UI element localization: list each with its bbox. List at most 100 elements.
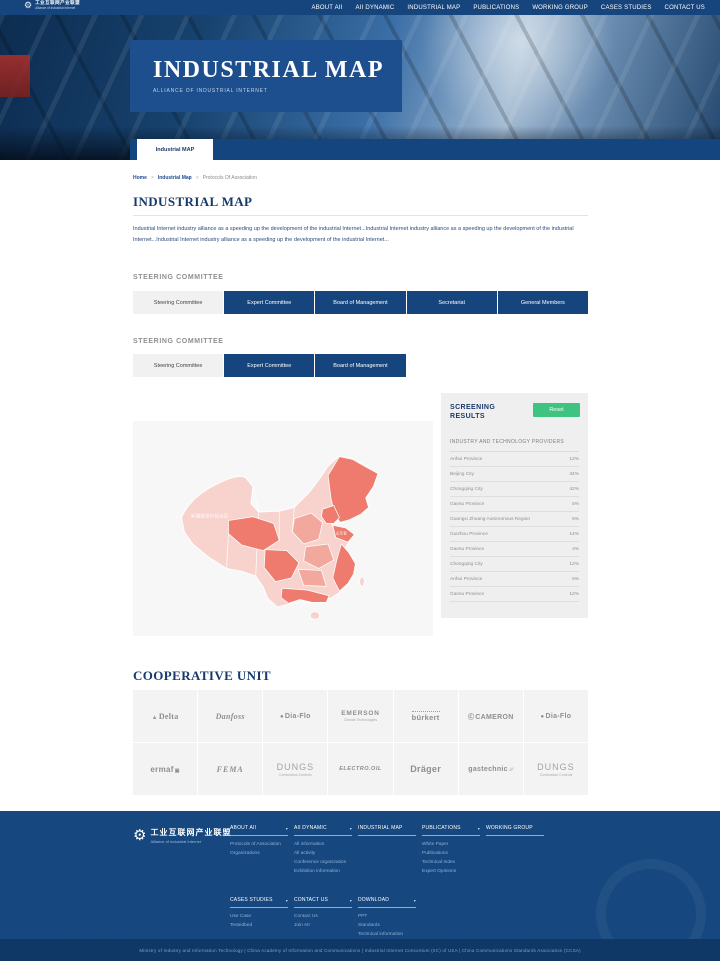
- partner-logo-gastechnic[interactable]: gastechnic: [459, 743, 523, 795]
- footer-col-title: CASES STUDIES: [230, 897, 273, 903]
- screening-row[interactable]: Gansu Province 5%: [450, 497, 579, 512]
- partner-logo-electro-oil[interactable]: ELECTRO.OIL: [328, 743, 392, 795]
- breadcrumb-industrial-map[interactable]: Industrial Map: [158, 175, 192, 181]
- top-navbar: ⚙ 工业互联网产业联盟 Alliance of Industrial Inter…: [0, 0, 720, 15]
- partner-logo-cameron[interactable]: CAMERON: [459, 690, 523, 742]
- screening-row[interactable]: Gansu Province 12%: [450, 587, 579, 602]
- brand-name-en: Alliance of Industrial Internet: [35, 6, 80, 10]
- map-label-xinjiang: 新疆维吾尔自治区: [191, 512, 229, 519]
- partner-logo-danfoss[interactable]: Danfoss: [198, 690, 262, 742]
- province-value: 12%: [569, 592, 579, 597]
- footer-link[interactable]: Exhibition information: [294, 869, 352, 874]
- partner-logo-ermaf[interactable]: ermaf: [133, 743, 197, 795]
- footer-link[interactable]: Protocols of Association: [230, 842, 288, 847]
- footer-col-working-group: WORKING GROUP: [486, 825, 544, 836]
- breadcrumb-home[interactable]: Home: [133, 175, 147, 181]
- screening-row[interactable]: Beijing City 34%: [450, 467, 579, 482]
- tab-steering-committee[interactable]: Steering Committee: [133, 291, 223, 314]
- screening-title: SCREENING RESULTS: [450, 403, 520, 421]
- footer-col-about-aii: ABOUT AII▾ Protocols of Association Orga…: [230, 825, 288, 856]
- nav-item-about-aii[interactable]: ABOUT AII: [312, 5, 343, 11]
- tab-board-of-management[interactable]: Board of Management: [315, 354, 405, 377]
- tab-board-of-management[interactable]: Board of Management: [315, 291, 405, 314]
- footer-link[interactable]: Contact Us: [294, 914, 352, 919]
- footer-link[interactable]: Technical information: [358, 932, 416, 937]
- breadcrumb-separator: >: [151, 175, 154, 181]
- committee-a-tabs: Steering Committee Expert Committee Boar…: [133, 291, 588, 314]
- footer-link[interactable]: All information: [294, 842, 352, 847]
- footer-col-title: AII DYNAMIC: [294, 825, 327, 831]
- screening-row[interactable]: Chongqing City 42%: [450, 482, 579, 497]
- tab-steering-committee[interactable]: Steering Committee: [133, 354, 223, 377]
- chevron-down-icon: ▾: [286, 898, 288, 903]
- tab-general-members[interactable]: General Members: [498, 291, 588, 314]
- province-value: 4%: [572, 547, 579, 552]
- footer-link[interactable]: Join AII: [294, 923, 352, 928]
- footer-link[interactable]: Publications: [422, 851, 480, 856]
- footer-link[interactable]: Expert Opinions: [422, 869, 480, 874]
- partner-logo-grid: Delta Danfoss Dia-Flo EMERSONClimate Tec…: [133, 690, 588, 795]
- footer-link[interactable]: Testedbed: [230, 923, 288, 928]
- province-value: 12%: [569, 457, 579, 462]
- footer: ⚙ 工业互联网产业联盟 Alliance of Industrial Inter…: [0, 811, 720, 939]
- footer-col-title: CONTACT US: [294, 897, 328, 903]
- map-region-taiwan[interactable]: [360, 576, 365, 585]
- province-value: 42%: [569, 487, 579, 492]
- footer-col-title: ABOUT AII: [230, 825, 256, 831]
- screening-row[interactable]: Anhui Province 5%: [450, 572, 579, 587]
- province-value: 5%: [572, 502, 579, 507]
- footer-link[interactable]: Organizations: [230, 851, 288, 856]
- partner-logo-dia-flo[interactable]: Dia-Flo: [263, 690, 327, 742]
- footer-link[interactable]: Conference organization: [294, 860, 352, 865]
- footer-col-title: DOWNLOAD: [358, 897, 389, 903]
- footer-link[interactable]: Use Case: [230, 914, 288, 919]
- footer-link[interactable]: White Paper: [422, 842, 480, 847]
- nav-item-publications[interactable]: PUBLICATIONS: [473, 5, 519, 11]
- partner-logo-dungs[interactable]: DUNGSCombustion Controls: [263, 743, 327, 795]
- footer-link[interactable]: Standards: [358, 923, 416, 928]
- committee-a-heading: STEERING COMMITTEE: [133, 274, 588, 281]
- partner-logo-dungs[interactable]: DUNGSCombustion Controls: [524, 743, 588, 795]
- partner-logo-drager[interactable]: Dräger: [394, 743, 458, 795]
- province-name: Gansu Province: [450, 592, 484, 597]
- tab-secretariat[interactable]: Secretariat: [407, 291, 497, 314]
- footer-brand-logo[interactable]: ⚙ 工业互联网产业联盟 Alliance of Industrial Inter…: [133, 827, 231, 844]
- cooperative-unit-heading: COOPERATIVE UNIT: [133, 668, 588, 684]
- partner-logo-emerson[interactable]: EMERSONClimate Technologies: [328, 690, 392, 742]
- footer-col-contact-us: CONTACT US ▾ Contact Us Join AII: [294, 897, 352, 928]
- partner-logo-dia-flo[interactable]: Dia-Flo: [524, 690, 588, 742]
- nav-item-industrial-map[interactable]: INDUSTRIAL MAP: [407, 5, 460, 11]
- partner-logo-delta[interactable]: Delta: [133, 690, 197, 742]
- partner-logo-burkert[interactable]: bürkert: [394, 690, 458, 742]
- nav-item-aii-dynamic[interactable]: AII DYNAMIC: [356, 5, 395, 11]
- hero-subtitle: ALLIANCE OF INDUSTRIAL INTERNET: [153, 88, 402, 94]
- tab-expert-committee[interactable]: Expert Committee: [224, 354, 314, 377]
- province-value: 14%: [569, 532, 579, 537]
- province-value: 5%: [572, 577, 579, 582]
- breadcrumb: Home > Industrial Map > Protocols Of Ass…: [133, 175, 588, 181]
- footer-bottom-bar: Ministry of Industry and Information Tec…: [0, 939, 720, 961]
- province-name: Gansu Province: [450, 547, 484, 552]
- screening-row[interactable]: Guizhou Province 14%: [450, 527, 579, 542]
- screening-subtitle: INDUSTRY AND TECHNOLOGY PROVIDERS: [450, 439, 579, 452]
- footer-link[interactable]: PPT: [358, 914, 416, 919]
- screening-row[interactable]: Gansu Province 4%: [450, 542, 579, 557]
- hero-tab-industrial-map[interactable]: Industrial MAP: [137, 139, 213, 160]
- nav-item-contact-us[interactable]: CONTACT US: [665, 5, 705, 11]
- screening-row[interactable]: Anhui Province 12%: [450, 452, 579, 467]
- brand-logo[interactable]: ⚙ 工业互联网产业联盟 Alliance of Industrial Inter…: [24, 0, 80, 10]
- nav-item-cases-studies[interactable]: CASES STUDIES: [601, 5, 652, 11]
- reset-button[interactable]: Reset: [533, 403, 580, 417]
- nav-item-working-group[interactable]: WORKING GROUP: [532, 5, 588, 11]
- china-map[interactable]: 新疆维吾尔自治区 山东省: [133, 421, 433, 636]
- map-region-hainan[interactable]: [310, 611, 319, 619]
- footer-link[interactable]: All activity: [294, 851, 352, 856]
- province-value: 12%: [569, 562, 579, 567]
- footer-link[interactable]: Technical Index: [422, 860, 480, 865]
- partner-logo-fema[interactable]: FEMA: [198, 743, 262, 795]
- tab-expert-committee[interactable]: Expert Committee: [224, 291, 314, 314]
- gear-logo-icon: ⚙: [133, 828, 146, 843]
- chevron-down-icon: ▾: [350, 898, 352, 903]
- screening-row[interactable]: Chongqing City 12%: [450, 557, 579, 572]
- screening-row[interactable]: Guangxi Zhuang Autonomous Region 5%: [450, 512, 579, 527]
